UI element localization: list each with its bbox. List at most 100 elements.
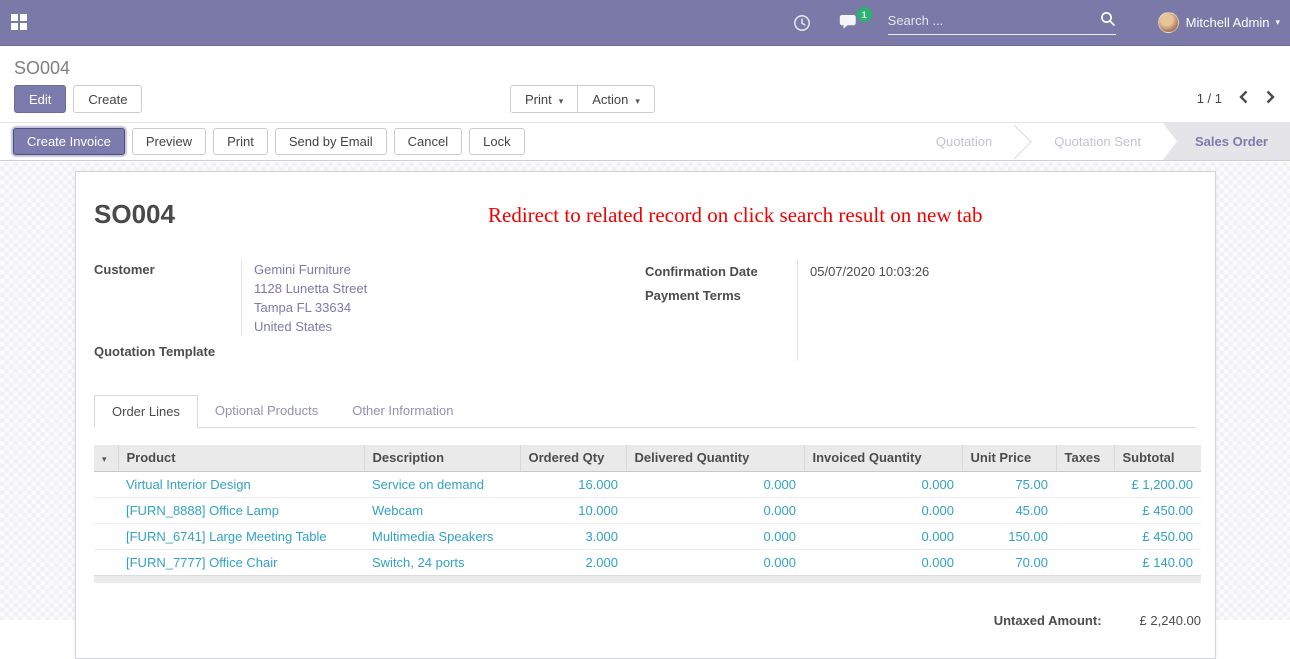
cell-delivered_qty: 0.000 [626,549,804,575]
column-header-ordered-qty[interactable]: Ordered Qty [520,445,626,471]
tab-other-information[interactable]: Other Information [335,395,470,428]
avatar [1158,12,1179,33]
cell-invoiced_qty: 0.000 [804,523,962,549]
caret-down-icon: ▾ [102,454,107,464]
caret-down-icon: ▾ [635,96,640,106]
column-header-delivered-quantity[interactable]: Delivered Quantity [626,445,804,471]
create-invoice-button[interactable]: Create Invoice [13,128,125,155]
annotation-text: Redirect to related record on click sear… [488,203,982,228]
cell-ordered_qty: 3.000 [520,523,626,549]
messages-icon[interactable]: 1 [839,14,860,31]
payment-terms-label: Payment Terms [645,284,797,308]
cell-unit_price: 75.00 [962,471,1056,497]
cell-ordered_qty: 16.000 [520,471,626,497]
cell-taxes [1056,497,1114,523]
status-step-sales-order[interactable]: Sales Order [1163,123,1290,160]
breadcrumb[interactable]: SO004 [0,46,1290,79]
print-menu-button[interactable]: Print▾ [510,85,578,113]
form-sheet: SO004 Redirect to related record on clic… [75,171,1216,659]
column-header-description[interactable]: Description [364,445,520,471]
customer-name-link[interactable]: Gemini Furniture [254,260,645,279]
column-header-invoiced-quantity[interactable]: Invoiced Quantity [804,445,962,471]
pager-next-icon[interactable] [1265,90,1276,107]
pager-counter: 1 / 1 [1197,91,1222,106]
user-menu[interactable]: Mitchell Admin ▾ [1148,0,1290,45]
cell-delivered_qty: 0.000 [626,497,804,523]
cell-description: Service on demand [364,471,520,497]
cell-description: Webcam [364,497,520,523]
cell-delivered_qty: 0.000 [626,471,804,497]
row-handle-cell [94,471,118,497]
apps-menu-icon[interactable] [11,14,28,31]
navbar-search[interactable] [888,11,1116,35]
cell-subtotal: £ 450.00 [1114,497,1201,523]
cell-invoiced_qty: 0.000 [804,471,962,497]
order-lines-header-row: ▾ ProductDescriptionOrdered QtyDelivered… [94,445,1201,471]
search-icon[interactable] [1100,11,1116,30]
send-by-email-button[interactable]: Send by Email [275,128,387,155]
cell-product: Virtual Interior Design [118,471,364,497]
untaxed-amount-value: £ 2,240.00 [1140,613,1201,628]
step-chevron-icon [1014,123,1032,160]
action-menu-button[interactable]: Action▾ [577,85,655,113]
cell-unit_price: 45.00 [962,497,1056,523]
cell-delivered_qty: 0.000 [626,523,804,549]
preview-button[interactable]: Preview [132,128,206,155]
pager-previous-icon[interactable] [1238,90,1249,107]
cell-subtotal: £ 1,200.00 [1114,471,1201,497]
table-row[interactable]: [FURN_7777] Office ChairSwitch, 24 ports… [94,549,1201,575]
cell-subtotal: £ 140.00 [1114,549,1201,575]
customer-street[interactable]: 1128 Lunetta Street [254,279,645,298]
user-name: Mitchell Admin [1186,15,1270,30]
customer-city[interactable]: Tampa FL 33634 [254,298,645,317]
print-button[interactable]: Print [213,128,268,155]
caret-down-icon: ▾ [559,96,564,106]
table-row[interactable]: Virtual Interior DesignService on demand… [94,471,1201,497]
cell-unit_price: 70.00 [962,549,1056,575]
statusbar: Create Invoice Preview Print Send by Email C… [0,123,1290,161]
cell-description: Multimedia Speakers [364,523,520,549]
tab-optional-products[interactable]: Optional Products [198,395,335,428]
table-footer-strip [94,575,1201,583]
order-lines-body: Virtual Interior DesignService on demand… [94,471,1201,575]
cell-ordered_qty: 2.000 [520,549,626,575]
cell-invoiced_qty: 0.000 [804,549,962,575]
cell-subtotal: £ 450.00 [1114,523,1201,549]
row-handle-cell [94,523,118,549]
cell-invoiced_qty: 0.000 [804,497,962,523]
create-button[interactable]: Create [73,85,142,113]
cell-product: [FURN_8888] Office Lamp [118,497,364,523]
cancel-button[interactable]: Cancel [394,128,462,155]
table-row[interactable]: [FURN_6741] Large Meeting TableMultimedi… [94,523,1201,549]
cell-unit_price: 150.00 [962,523,1056,549]
table-row[interactable]: [FURN_8888] Office LampWebcam10.0000.000… [94,497,1201,523]
messages-badge: 1 [857,7,872,22]
column-header-subtotal[interactable]: Subtotal [1114,445,1201,471]
cell-taxes [1056,523,1114,549]
activities-clock-icon[interactable] [793,14,811,32]
customer-country[interactable]: United States [254,317,645,336]
cell-description: Switch, 24 ports [364,549,520,575]
content-area: SO004 Redirect to related record on clic… [0,162,1290,620]
tab-order-lines[interactable]: Order Lines [94,395,198,428]
search-input[interactable] [888,13,1100,28]
status-steps: Quotation Quotation SentSales Order [914,123,1290,160]
cell-product: [FURN_7777] Office Chair [118,549,364,575]
column-header-unit-price[interactable]: Unit Price [962,445,1056,471]
lock-button[interactable]: Lock [469,128,524,155]
top-navbar: 1 Mitchell Admin ▾ [0,0,1290,46]
cell-taxes [1056,471,1114,497]
column-header-taxes[interactable]: Taxes [1056,445,1114,471]
statusbar-buttons: Create Invoice Preview Print Send by Email C… [0,123,525,160]
optional-columns-toggle[interactable]: ▾ [94,445,118,471]
status-step-quotation-sent[interactable]: Quotation Sent [1032,123,1163,160]
control-panel: SO004 Edit Create Print▾ Action▾ 1 / 1 [0,46,1290,123]
customer-value[interactable]: Gemini Furniture 1128 Lunetta Street Tam… [241,260,645,336]
cell-taxes [1056,549,1114,575]
edit-button[interactable]: Edit [14,85,66,113]
column-header-product[interactable]: Product [118,445,364,471]
status-step-quotation[interactable]: Quotation [914,123,1014,160]
notebook-tabs: Order LinesOptional ProductsOther Inform… [94,394,1196,428]
row-handle-cell [94,549,118,575]
caret-down-icon: ▾ [1275,17,1280,28]
